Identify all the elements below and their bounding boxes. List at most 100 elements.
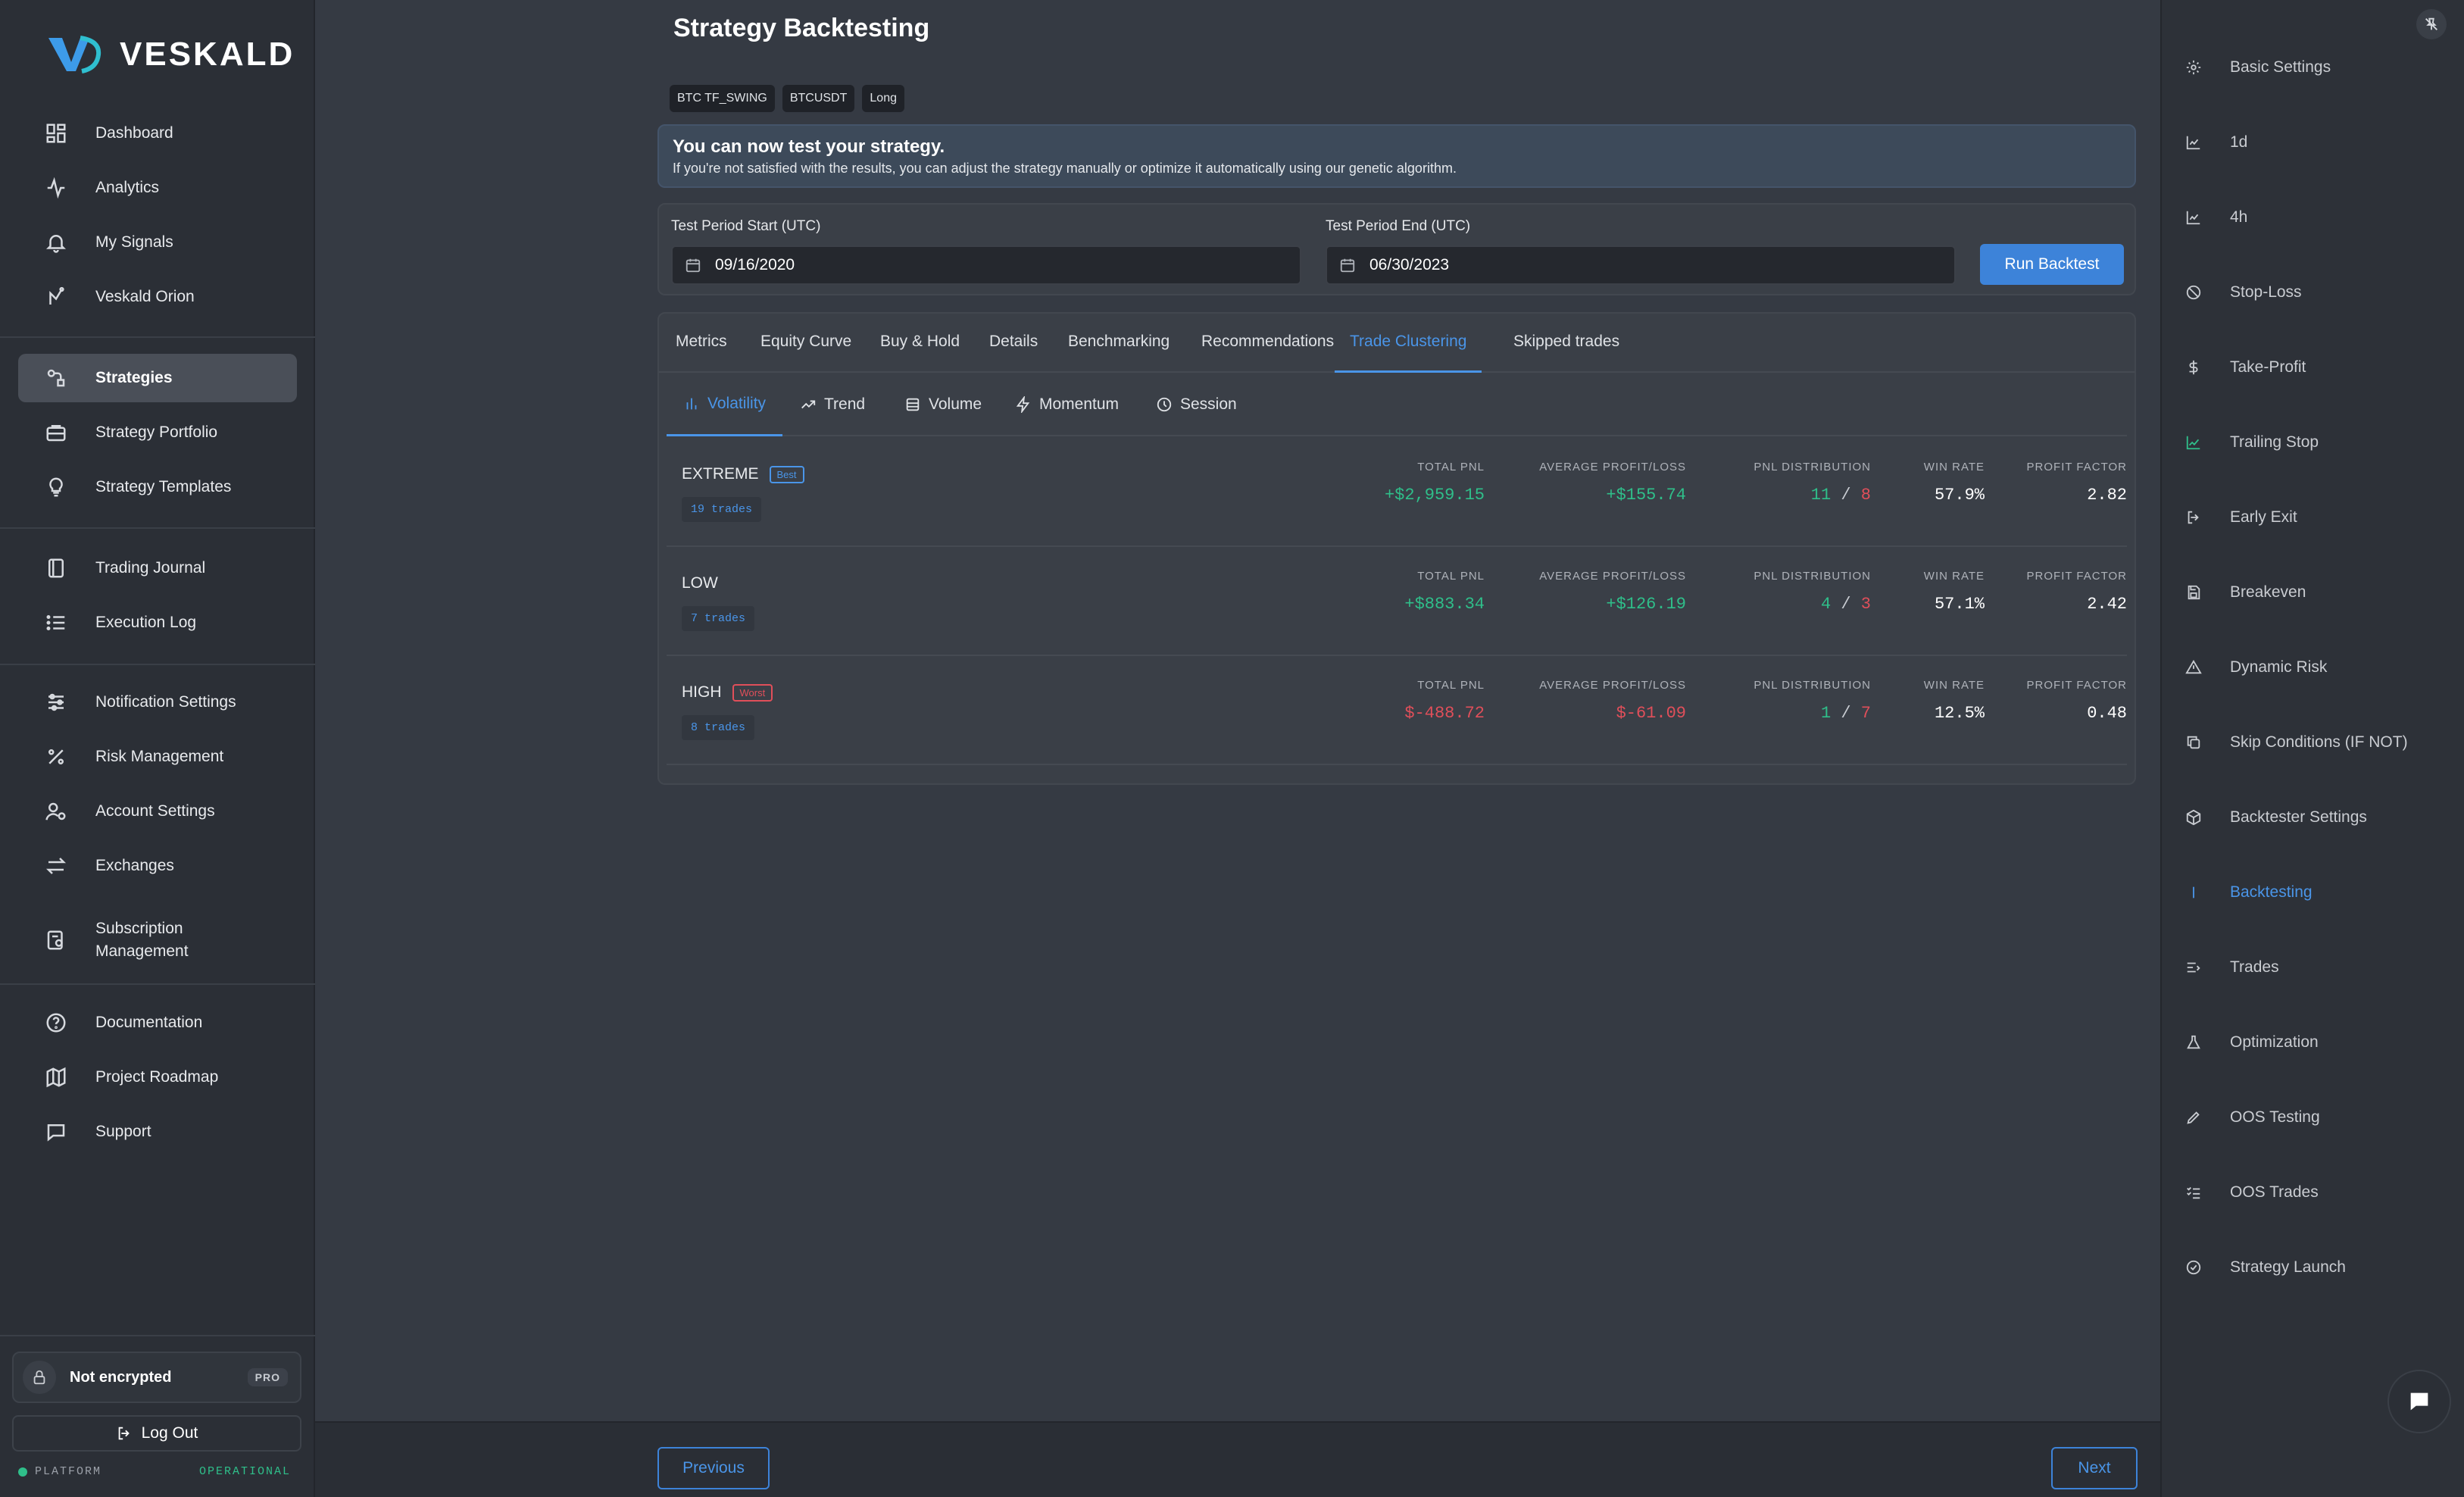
sidebar-item-project-roadmap[interactable]: Project Roadmap [18,1053,297,1102]
metric-label: TOTAL PNL [1417,679,1485,692]
total-pnl-value: +$2,959.15 [1384,486,1485,505]
info-banner: You can now test your strategy. If you'r… [657,124,2136,188]
clock-icon [1157,397,1172,412]
sidebar-item-subscription-management[interactable]: Subscription Management [18,909,297,971]
step-label: Trades [2230,958,2279,976]
help-icon [39,1006,73,1039]
sidebar-item-strategy-portfolio[interactable]: Strategy Portfolio [18,408,297,457]
tab-metrics[interactable]: Metrics [676,314,727,373]
subtab-session-label: Session [1180,395,1237,413]
next-button[interactable]: Next [2051,1447,2138,1489]
sliders-icon [39,686,73,719]
database-icon [906,398,920,411]
step-backtester-settings[interactable]: Backtester Settings [2162,796,2464,839]
cluster-tag-badge: Best [769,465,804,483]
sidebar-item-my-signals[interactable]: My Signals [18,218,297,267]
tab-benchmarking[interactable]: Benchmarking [1068,314,1170,373]
brand-logo[interactable]: VESKALD [45,33,295,76]
sidebar-item-execution-log[interactable]: Execution Log [18,598,297,647]
metric-label: PROFIT FACTOR [2026,461,2127,473]
step-oos-testing[interactable]: OOS Testing [2162,1096,2464,1139]
step-breakeven[interactable]: Breakeven [2162,571,2464,614]
step-1d[interactable]: 1d [2162,121,2464,164]
step-basic-settings[interactable]: Basic Settings [2162,46,2464,89]
metric-label: TOTAL PNL [1417,570,1485,583]
previous-button[interactable]: Previous [657,1447,770,1489]
tab-recommendations[interactable]: Recommendations [1201,314,1334,373]
metric-label: PNL DISTRIBUTION [1754,570,1871,583]
info-subtitle: If you're not satisfied with the results… [673,161,1457,176]
sidebar-item-trading-journal[interactable]: Trading Journal [18,544,297,592]
sidebar-item-exchanges[interactable]: Exchanges [18,842,297,890]
subtab-session[interactable]: Session [1156,373,1237,436]
sidebar-divider [0,983,315,985]
sidebar-item-documentation[interactable]: Documentation [18,999,297,1047]
step-label: Strategy Launch [2230,1258,2346,1276]
sidebar-item-analytics[interactable]: Analytics [18,164,297,212]
chat-support-button[interactable] [2387,1370,2451,1433]
step-take-profit[interactable]: Take-Profit [2162,346,2464,389]
tab-skipped-trades[interactable]: Skipped trades [1513,314,1619,373]
subtab-trend[interactable]: Trend [800,373,865,436]
end-date-input[interactable]: 06/30/2023 [1326,245,1956,285]
gear-icon [2184,58,2203,77]
run-backtest-button[interactable]: Run Backtest [1980,244,2124,285]
cluster-metric: TOTAL PNL $-488.72 [1404,679,1485,723]
subtab-volume[interactable]: Volume [904,373,982,436]
subtab-volatility[interactable]: Volatility [667,373,783,436]
sidebar-item-risk-management[interactable]: Risk Management [18,733,297,781]
sidebar-item-dashboard[interactable]: Dashboard [18,109,297,158]
checklist-icon [2184,1183,2203,1202]
test-period-panel: Test Period Start (UTC) 09/16/2020 Test … [657,203,2136,295]
brand-name: VESKALD [120,36,295,73]
trades-count-badge: 19 trades [682,497,762,522]
bottom-bar: Previous Next [315,1421,2160,1497]
tab-details[interactable]: Details [989,314,1038,373]
sidebar-item-account-settings[interactable]: Account Settings [18,787,297,836]
step-skip-conditions-if-not[interactable]: Skip Conditions (IF NOT) [2162,721,2464,764]
cluster-metric: PROFIT FACTOR 0.48 [2027,679,2127,723]
step-dynamic-risk[interactable]: Dynamic Risk [2162,646,2464,689]
percent-icon [39,740,73,774]
strategies-icon [39,361,73,395]
wins-value: 11 [1810,486,1832,505]
cube-icon [2184,808,2203,827]
sidebar-item-strategy-templates[interactable]: Strategy Templates [18,463,297,511]
step-early-exit[interactable]: Early Exit [2162,496,2464,539]
sidebar-item-notification-settings[interactable]: Notification Settings [18,678,297,727]
sidebar-item-label: My Signals [95,233,173,251]
encryption-status[interactable]: Not encrypted PRO [12,1352,301,1403]
sidebar-item-veskald-orion[interactable]: Veskald Orion [18,273,297,321]
win-rate-value: 57.1% [1934,595,1985,614]
bell-icon [39,226,73,259]
step-oos-trades[interactable]: OOS Trades [2162,1171,2464,1214]
step-strategy-launch[interactable]: Strategy Launch [2162,1246,2464,1289]
profit-factor-value: 0.48 [2087,704,2127,723]
sidebar-item-label: Documentation [95,1014,203,1031]
cluster-row: EXTREME Best 19 trades TOTAL PNL +$2,959.… [667,438,2127,547]
sidebar-divider [0,336,315,338]
start-date-input[interactable]: 09/16/2020 [671,245,1301,285]
step-trades[interactable]: Trades [2162,946,2464,989]
chip-strategy: BTC TF_SWING [670,85,775,112]
tab-trade-clustering[interactable]: Trade Clustering [1335,314,1482,373]
profit-factor-value: 2.42 [2087,595,2127,614]
subscription-icon [39,924,73,957]
warning-icon [2184,658,2203,677]
step-stop-loss[interactable]: Stop-Loss [2162,271,2464,314]
step-4h[interactable]: 4h [2162,196,2464,239]
calendar-icon [1340,258,1355,273]
ban-icon [2184,283,2203,302]
subtab-momentum[interactable]: Momentum [1015,373,1119,436]
tab-equity-curve[interactable]: Equity Curve [760,314,851,373]
copy-icon [2184,733,2203,752]
sidebar-item-support[interactable]: Support [18,1108,297,1156]
unpin-sidebar-button[interactable] [2416,9,2447,39]
logout-button[interactable]: Log Out [12,1415,301,1452]
step-trailing-stop[interactable]: Trailing Stop [2162,421,2464,464]
step-optimization[interactable]: Optimization [2162,1021,2464,1064]
sidebar-item-label: Veskald Orion [95,288,195,305]
sidebar-item-strategies[interactable]: Strategies [18,354,297,402]
step-backtesting[interactable]: Backtesting [2162,871,2464,914]
tab-buy-hold[interactable]: Buy & Hold [880,314,960,373]
